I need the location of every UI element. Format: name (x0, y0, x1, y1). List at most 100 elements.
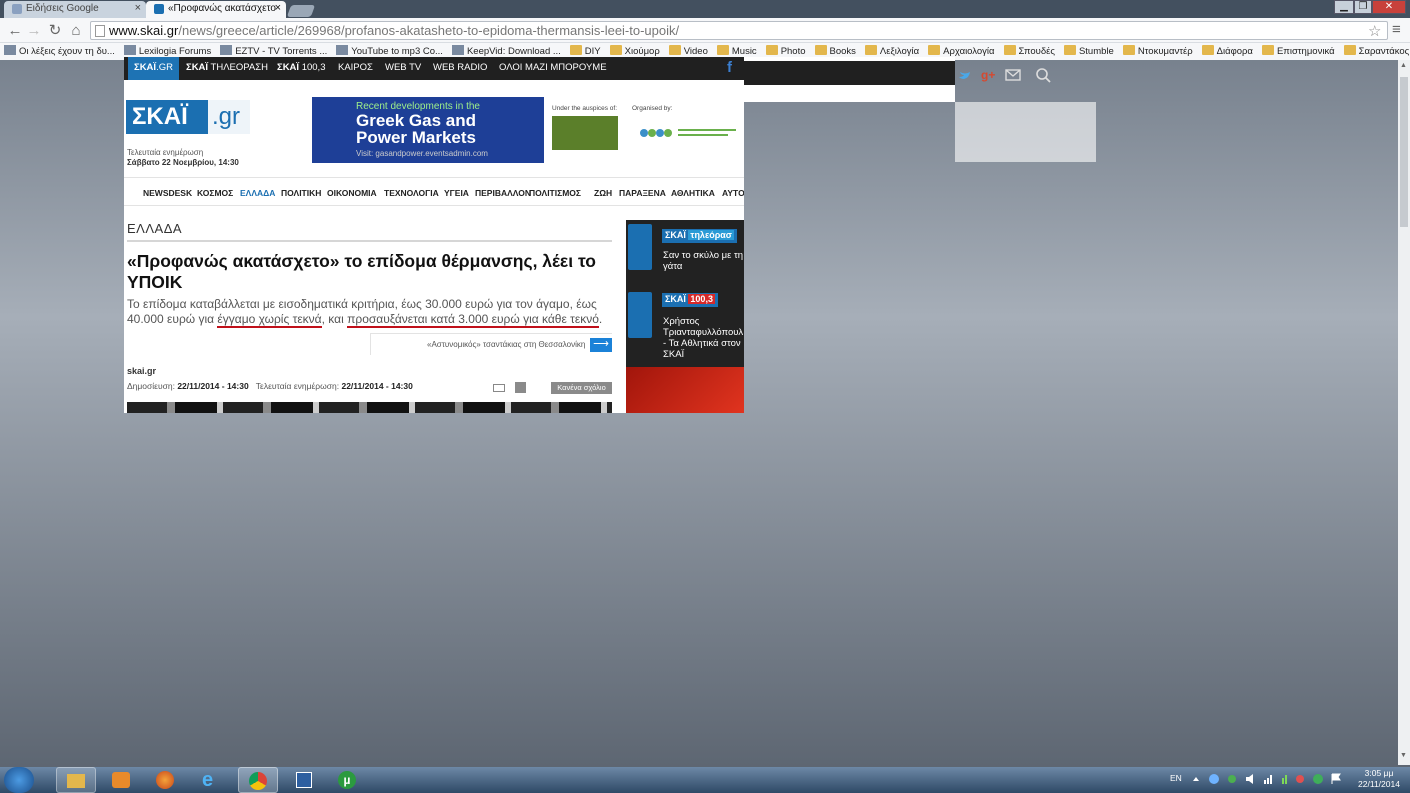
taskbar-clock[interactable]: 3:05 μμ 22/11/2014 (1354, 768, 1404, 790)
ad-banner[interactable]: Recent developments in the Greek Gas and… (312, 97, 544, 163)
category-item[interactable]: ΠΑΡΑΞΕΝΑ (619, 188, 666, 198)
app-icon[interactable] (284, 767, 324, 793)
bookmark-label: Λεξιλογία (879, 46, 920, 57)
arrow-right-icon[interactable]: ⟶ (590, 338, 612, 352)
facebook-icon[interactable]: f (727, 59, 739, 76)
article-source: skai.gr (127, 366, 157, 376)
scroll-up-icon[interactable]: ▲ (1400, 62, 1407, 69)
bookmark-item[interactable]: Σαραντάκος (1343, 45, 1410, 59)
updated-label: Τελευταία ενημέρωση: (255, 381, 342, 391)
tab-skai-article[interactable]: «Προφανώς ακατάσχετο × (146, 1, 286, 18)
comments-badge[interactable]: Κανένα σχόλιο (551, 382, 612, 394)
address-bar[interactable]: www.skai.gr/news/greece/article/269968/p… (90, 21, 1388, 40)
bookmark-item[interactable]: Οι λέξεις έχουν τη δυ... (4, 45, 115, 59)
article-lede: Το επίδομα καταβάλλεται με εισοδηματικά … (127, 297, 612, 328)
close-icon[interactable]: × (135, 2, 141, 14)
next-article-box[interactable]: «Αστυνομικός» τσαντάκιας στη Θεσσαλονίκη… (370, 333, 612, 355)
category-item[interactable]: ΠΟΛΙΤΙΚΗ (281, 188, 321, 198)
topnav-label: .GR (156, 62, 173, 73)
firefox-icon[interactable] (146, 767, 186, 793)
windows-start-button[interactable] (4, 767, 34, 793)
radio-icon (628, 292, 652, 338)
folder-icon (765, 45, 778, 55)
topnav-all-together[interactable]: ΟΛΟΙ ΜΑΖΙ ΜΠΟΡΟΥΜΕ (499, 62, 607, 73)
close-icon[interactable]: × (275, 2, 281, 14)
category-item[interactable]: ΥΓΕΙΑ (444, 188, 469, 198)
google-plus-icon: g+ (981, 68, 995, 82)
lede-text: , και (321, 312, 348, 326)
bookmark-item[interactable]: Stumble (1063, 45, 1114, 59)
email-article-icon[interactable] (493, 384, 505, 392)
bookmark-item[interactable]: Ντοκυμαντέρ (1122, 45, 1193, 59)
clock-date: 22/11/2014 (1358, 779, 1400, 789)
bookmark-item[interactable]: Επιστημονικά (1261, 45, 1335, 59)
last-updated-label: Τελευταία ενημέρωση (127, 148, 204, 157)
sidebar-promo: ΣΚΑΪ τηλεόρασ Σαν το σκύλο με τη γάτα ΣΚ… (626, 220, 744, 413)
bookmark-item[interactable]: Διάφορα (1201, 45, 1253, 59)
category-item[interactable]: ΑΘΛΗΤΙΚΑ (671, 188, 715, 198)
media-player-icon[interactable] (102, 767, 142, 793)
internet-explorer-icon[interactable]: e (192, 767, 232, 793)
chrome-icon[interactable] (238, 767, 278, 793)
search-icon (1036, 68, 1048, 80)
forward-icon[interactable]: → (25, 22, 43, 40)
bookmark-star-icon[interactable]: ☆ (1368, 22, 1381, 40)
bookmark-item[interactable]: Σπουδές (1003, 45, 1055, 59)
topnav-skai-tv[interactable]: ΣΚΑΪ ΤΗΛΕΟΡΑΣΗ (186, 62, 268, 73)
bookmark-label: Photo (780, 46, 806, 57)
print-icon[interactable] (515, 382, 526, 393)
category-item[interactable]: ΖΩΗ (594, 188, 612, 198)
category-item[interactable]: ΟΙΚΟΝΟΜΙΑ (327, 188, 377, 198)
topnav-web-tv[interactable]: WEB TV (385, 62, 421, 73)
utorrent-icon[interactable]: µ (328, 767, 368, 793)
reload-icon[interactable]: ↻ (46, 22, 64, 40)
bookmark-label: YouTube to mp3 Co... (351, 46, 443, 57)
category-item[interactable]: ΤΕΧΝΟΛΟΓΙΑ (384, 188, 439, 198)
topnav-label: ΟΛΟΙ ΜΑΖΙ ΜΠΟΡΟΥΜΕ (499, 62, 607, 73)
category-item[interactable]: ΠΟΛΙΤΙΣΜΟΣ (529, 188, 581, 198)
scroll-down-icon[interactable]: ▼ (1400, 752, 1407, 759)
category-item[interactable]: NEWSDESK (143, 188, 192, 198)
banner-line3: Power Markets (356, 128, 476, 147)
sidebar-item-tv[interactable]: Σαν το σκύλο με τη γάτα (663, 250, 744, 272)
topnav-skai-radio[interactable]: ΣΚΑΪ 100,3 (277, 62, 325, 73)
category-item[interactable]: ΠΕΡΙΒΑΛΛΟΝ (475, 188, 531, 198)
url-path: /news/greece/article/269968/profanos-aka… (178, 23, 680, 38)
back-icon[interactable]: ← (6, 22, 24, 40)
site-logo[interactable]: ΣΚΑΪ .gr (126, 100, 250, 134)
category-item[interactable]: ΚΟΣΜΟΣ (197, 188, 233, 198)
home-icon[interactable]: ⌂ (67, 22, 85, 40)
tab-google-news[interactable]: Ειδήσεις Google × (4, 1, 146, 18)
update-icon (1313, 774, 1323, 784)
bars-icon (1282, 778, 1284, 784)
minimize-button[interactable]: ▁ (1334, 0, 1354, 14)
lede-underlined: προσαυξάνεται κατά 3.000 ευρώ για κάθε τ… (347, 312, 599, 328)
publication-info: Δημοσίευση: 22/11/2014 - 14:30 Τελευταία… (127, 381, 413, 391)
bookmark-label: Music (731, 46, 757, 57)
topnav-label: 100,3 (299, 62, 326, 73)
page-icon (95, 25, 105, 37)
new-tab-button[interactable] (286, 5, 316, 17)
bookmark-label: KeepVid: Download ... (466, 46, 561, 57)
scrollbar-thumb[interactable] (1400, 77, 1408, 227)
close-window-button[interactable]: ✕ (1372, 0, 1406, 14)
category-item[interactable]: ΑΥΤΟ (722, 188, 744, 198)
sidebar-item-radio[interactable]: Χρήστος Τριανταφυλλόπουλ - Τα Αθλητικά σ… (663, 316, 744, 360)
topnav-weather[interactable]: ΚΑΙΡΟΣ (338, 62, 373, 73)
bookmark-label: Οι λέξεις έχουν τη δυ... (19, 46, 115, 57)
show-hidden-icon (1193, 777, 1199, 781)
network-icon (1209, 774, 1219, 784)
menu-icon[interactable]: ≡ (1392, 21, 1401, 38)
language-indicator[interactable]: EN (1170, 773, 1182, 783)
explorer-icon[interactable] (56, 767, 96, 793)
topnav-skai-gr[interactable]: ΣΚΑΪ.GR (128, 57, 179, 80)
topnav-web-radio[interactable]: WEB RADIO (433, 62, 487, 73)
category-item[interactable]: ΕΛΛΑΔΑ (240, 188, 275, 198)
next-article-link[interactable]: «Αστυνομικός» τσαντάκιας στη Θεσσαλονίκη (427, 340, 585, 349)
banner-line2: Greek Gas and (356, 111, 477, 130)
badge-strong: ΣΚΑΪ (665, 294, 686, 304)
bookmark-label: Σαραντάκος (1358, 46, 1410, 57)
bookmark-label: Διάφορα (1216, 46, 1253, 57)
restore-button[interactable]: ❐ (1354, 0, 1372, 14)
sidebar-promo-image[interactable] (626, 367, 744, 413)
